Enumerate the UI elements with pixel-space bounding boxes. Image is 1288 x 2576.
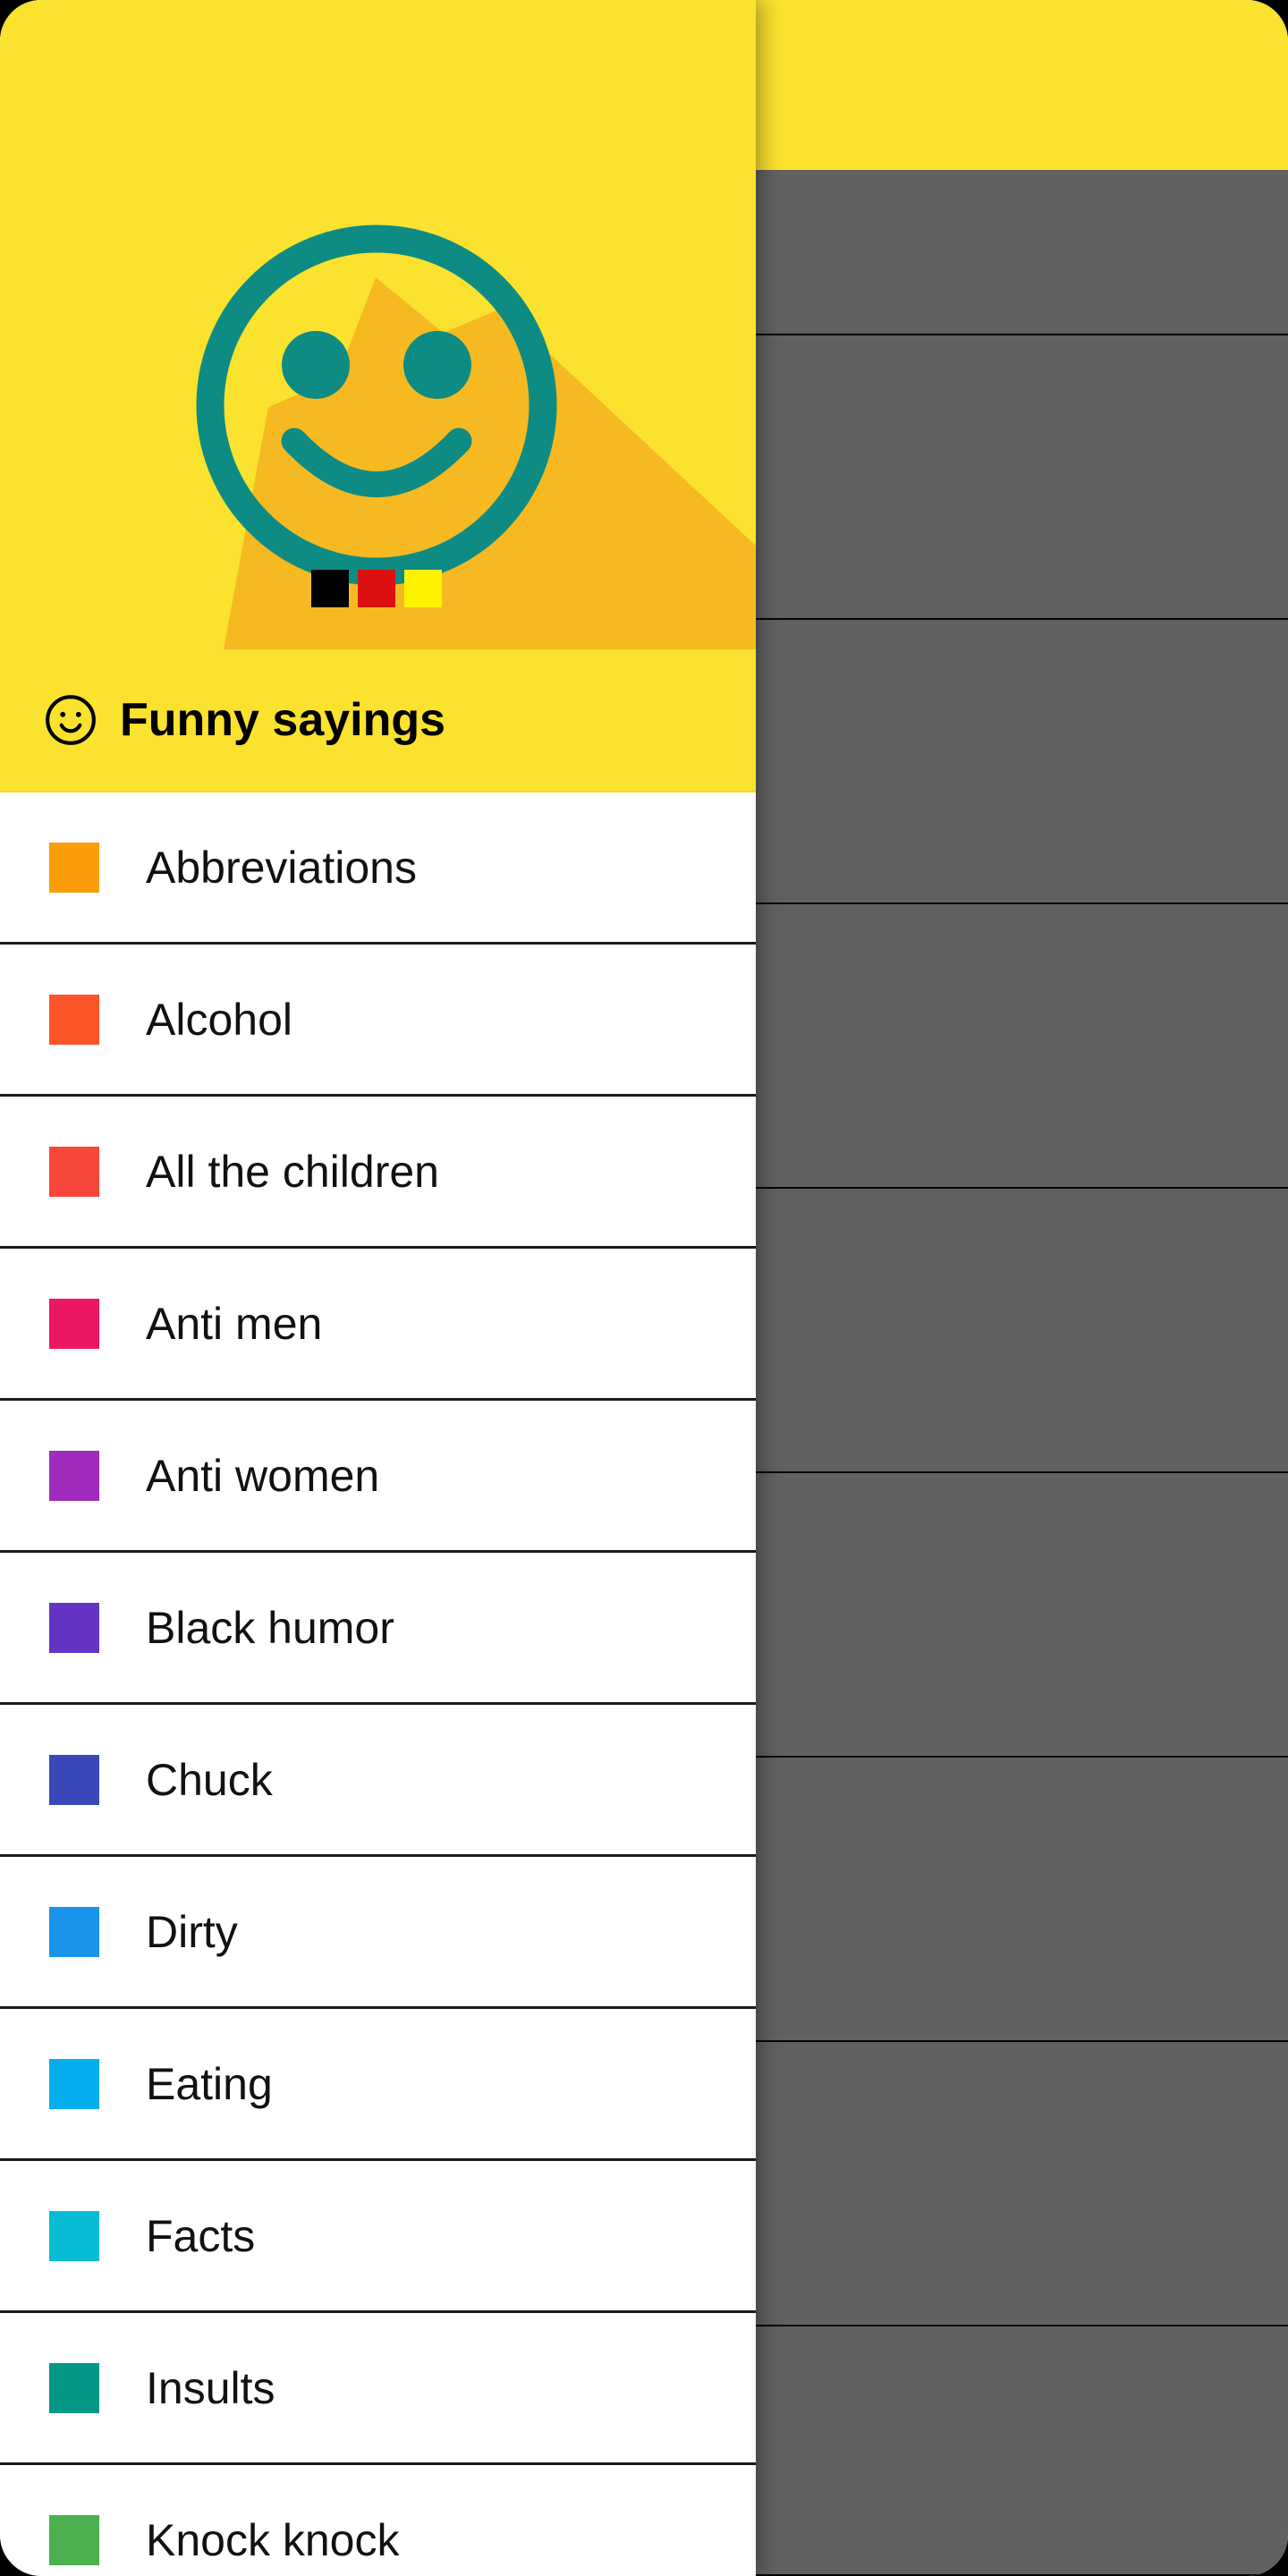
drawer-item-alcohol[interactable]: Alcohol: [0, 945, 756, 1097]
drawer-item-label: Insults: [146, 2362, 275, 2413]
category-color-swatch: [49, 2058, 99, 2109]
category-color-swatch: [49, 2362, 99, 2413]
category-color-swatch: [49, 842, 99, 893]
drawer-item-label: All the children: [146, 1146, 439, 1197]
drawer-appbar-spacer: [0, 0, 756, 170]
smiley-face-logo: [0, 170, 756, 649]
drawer-item-all-the-children[interactable]: All the children: [0, 1097, 756, 1249]
drawer-item-label: Facts: [146, 2210, 256, 2261]
drawer-item-knock-knock[interactable]: Knock knock: [0, 2465, 756, 2576]
category-color-swatch: [49, 994, 99, 1045]
drawer-item-facts[interactable]: Facts: [0, 2161, 756, 2313]
category-color-swatch: [49, 1754, 99, 1805]
drawer-item-black-humor[interactable]: Black humor: [0, 1553, 756, 1705]
drawer-header: [0, 170, 756, 649]
drawer-item-label: Eating: [146, 2058, 273, 2109]
drawer-item-label: Anti women: [146, 1450, 380, 1501]
drawer-item-insults[interactable]: Insults: [0, 2313, 756, 2465]
drawer-item-abbreviations[interactable]: Abbreviations: [0, 792, 756, 945]
drawer-item-dirty[interactable]: Dirty: [0, 1857, 756, 2009]
drawer-item-label: Alcohol: [146, 994, 292, 1045]
drawer-item-label: Chuck: [146, 1754, 273, 1805]
navigation-drawer: Funny sayings Abbreviations Alcohol All th…: [0, 0, 756, 2576]
category-color-swatch: [49, 2514, 99, 2565]
drawer-item-label: Anti men: [146, 1298, 323, 1349]
category-color-swatch: [49, 1602, 99, 1653]
smiley-outline-icon: [43, 692, 98, 748]
drawer-item-label: Knock knock: [146, 2514, 400, 2565]
drawer-section-label: Funny sayings: [120, 694, 446, 746]
app-screen: t Sexut Spaghetting Ignorantctionsnented…: [0, 0, 1288, 2576]
drawer-section-funny-sayings[interactable]: Funny sayings: [0, 649, 756, 792]
category-color-swatch: [49, 1146, 99, 1197]
drawer-item-label: Dirty: [146, 1906, 238, 1957]
drawer-item-chuck[interactable]: Chuck: [0, 1705, 756, 1857]
category-color-swatch: [49, 2210, 99, 2261]
drawer-item-label: Black humor: [146, 1602, 394, 1653]
category-color-swatch: [49, 1450, 99, 1501]
category-color-swatch: [49, 1298, 99, 1349]
drawer-item-anti-men[interactable]: Anti men: [0, 1249, 756, 1401]
drawer-category-list: Abbreviations Alcohol All the children Anti…: [0, 792, 756, 2576]
drawer-item-eating[interactable]: Eating: [0, 2009, 756, 2161]
category-color-swatch: [49, 1906, 99, 1957]
drawer-item-anti-women[interactable]: Anti women: [0, 1401, 756, 1553]
drawer-item-label: Abbreviations: [146, 842, 417, 893]
